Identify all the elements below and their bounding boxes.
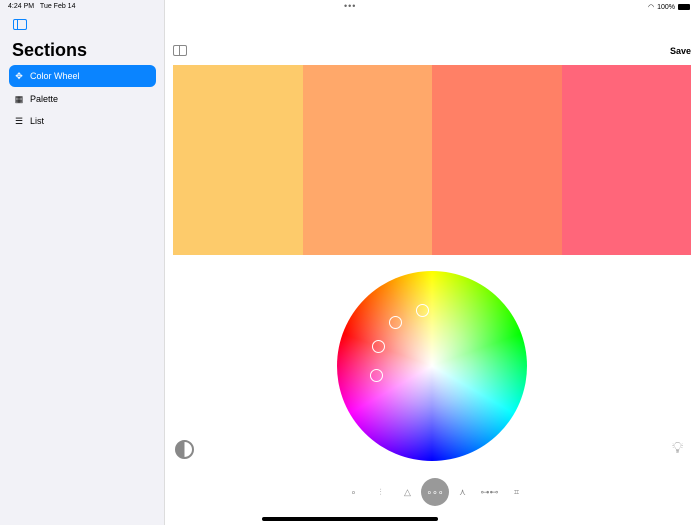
- save-button[interactable]: Save: [670, 46, 691, 56]
- color-wheel[interactable]: [337, 271, 527, 461]
- color-handle[interactable]: [370, 369, 383, 382]
- battery-text: 100%: [657, 3, 675, 11]
- battery-icon: [678, 4, 690, 10]
- palette-swatches: [173, 65, 691, 255]
- split-view-icon[interactable]: [173, 45, 187, 56]
- swatch[interactable]: [432, 65, 562, 255]
- complementary-icon[interactable]: ⫶: [367, 478, 394, 506]
- sidebar-item-label: List: [30, 116, 45, 126]
- swatch[interactable]: [561, 65, 691, 255]
- contrast-icon[interactable]: [175, 440, 194, 459]
- sidebar-item-list[interactable]: ☰ List: [9, 110, 156, 132]
- status-right: ◠ 100%: [648, 3, 690, 11]
- status-time: 4:24 PM Tue Feb 14: [8, 3, 76, 10]
- harmony-mode-picker: ∘ ⫶ △ ∘∘∘ ⋏ ⊶⊷ ⌗: [340, 478, 530, 506]
- sidebar: 4:24 PM Tue Feb 14 Sections ✥ Color Wheel…: [0, 0, 165, 525]
- sidebar-title: Sections: [12, 40, 88, 60]
- multitasking-dots[interactable]: •••: [344, 1, 356, 11]
- swatch[interactable]: [173, 65, 303, 255]
- split-icon[interactable]: ⋏: [449, 478, 476, 506]
- triad-icon[interactable]: △: [394, 478, 421, 506]
- analogous-icon[interactable]: ∘∘∘: [421, 478, 449, 506]
- home-indicator[interactable]: [262, 517, 438, 521]
- color-wheel-icon: ✥: [15, 70, 23, 81]
- swatch[interactable]: [302, 65, 432, 255]
- sidebar-toggle-icon[interactable]: [13, 19, 27, 30]
- rectangle-icon[interactable]: ⊶⊷: [476, 478, 503, 506]
- color-handle[interactable]: [372, 340, 385, 353]
- color-handle[interactable]: [389, 316, 402, 329]
- sidebar-item-label: Color Wheel: [30, 71, 80, 81]
- square-icon[interactable]: ⌗: [503, 478, 530, 506]
- sidebar-item-palette[interactable]: ▦ Palette: [9, 88, 156, 110]
- single-icon[interactable]: ∘: [340, 478, 367, 506]
- lightbulb-icon[interactable]: 💡︎: [672, 440, 683, 458]
- color-handle[interactable]: [416, 304, 429, 317]
- grid-icon: ▦: [14, 93, 24, 104]
- wifi-icon: ◠: [647, 4, 655, 11]
- sidebar-item-color-wheel[interactable]: ✥ Color Wheel: [9, 65, 156, 87]
- sidebar-item-label: Palette: [30, 94, 59, 104]
- list-icon: ☰: [14, 115, 24, 126]
